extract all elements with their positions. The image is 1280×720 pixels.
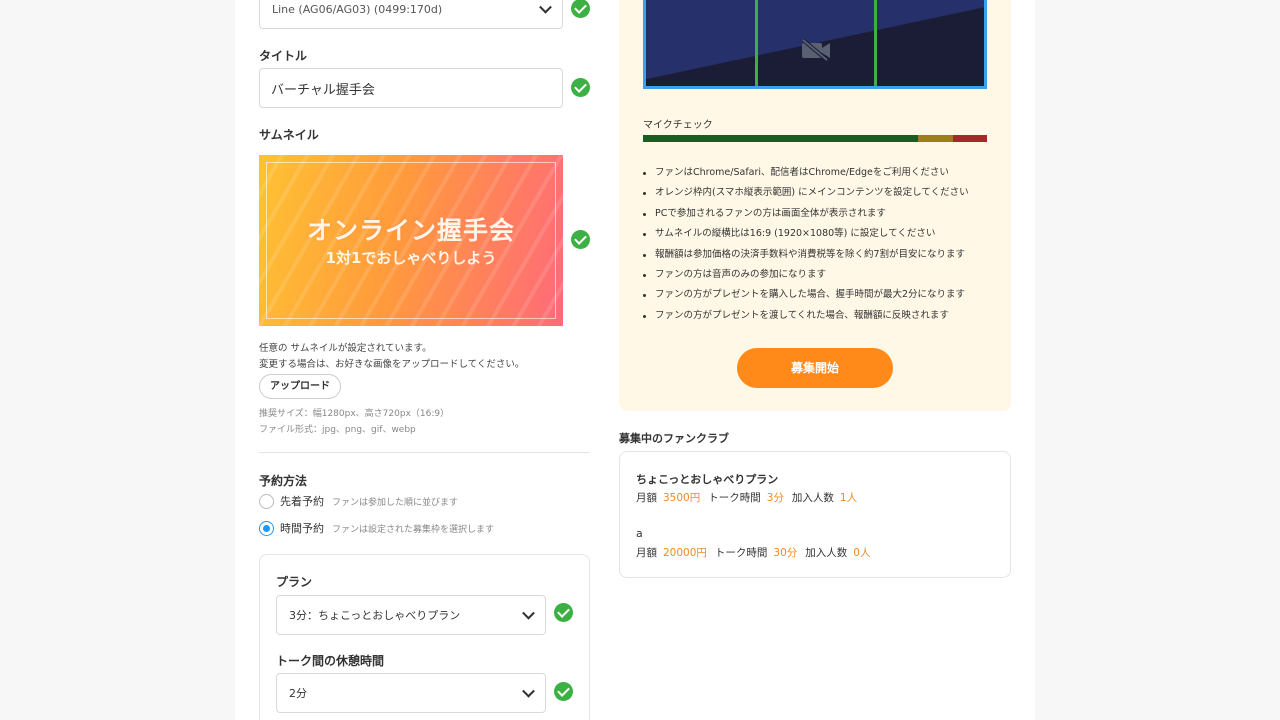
check-icon: [554, 603, 573, 622]
fanclub-stats: 月額 20000円 トーク時間 30分 加入人数 0人: [636, 545, 878, 560]
members-value: 1人: [839, 492, 858, 504]
reservation-option-label: 先着予約: [280, 495, 324, 508]
monthly-value: 3500円: [663, 492, 701, 504]
monthly-label: 月額: [636, 547, 657, 559]
thumbnail-label: サムネイル: [259, 128, 319, 142]
thumbnail-image: オンライン握手会 1対1でおしゃべりしよう: [259, 155, 563, 326]
camera-preview: [643, 0, 987, 89]
note-item: ファンの方がプレゼントを購入した場合、握手時間が最大2分になります: [643, 288, 1003, 308]
plan-select-value: 3分：ちょこっとおしゃべりプラン: [289, 609, 461, 622]
chevron-down-icon: [522, 684, 535, 698]
talk-time-label: トーク時間: [708, 492, 761, 504]
break-time-select[interactable]: 2分: [276, 673, 546, 713]
note-item: ファンはChrome/Safari、配信者はChrome/Edgeをご利用くださ…: [643, 166, 1003, 186]
plan-select[interactable]: 3分：ちょこっとおしゃべりプラン: [276, 595, 546, 635]
mic-level-red: [953, 135, 987, 142]
thumbnail-status-line2: 変更する場合は、お好きな画像をアップロードしてください。: [259, 359, 525, 370]
break-time-select-value: 2分: [289, 687, 307, 700]
audio-input-select[interactable]: Line (AG06/AG03) (0499:170d): [259, 0, 563, 29]
title-input[interactable]: [259, 68, 563, 108]
mic-level-green: [643, 135, 918, 142]
fanclub-stats: 月額 3500円 トーク時間 3分 加入人数 1人: [636, 490, 865, 505]
note-item: サムネイルの縦横比は16:9 (1920×1080等) に設定してください: [643, 227, 1003, 247]
start-recruitment-button[interactable]: 募集開始: [737, 348, 893, 388]
mic-check-label: マイクチェック: [643, 120, 713, 131]
note-item: ファンの方は音声のみの参加になります: [643, 268, 1003, 288]
note-item: 報酬額は参加価格の決済手数料や消費税等を除く約7割が目安になります: [643, 248, 1003, 268]
radio-button[interactable]: [259, 493, 274, 509]
upload-button[interactable]: アップロード: [259, 374, 341, 399]
note-item: オレンジ枠内(スマホ縦表示範囲) にメインコンテンツを設定してください: [643, 186, 1003, 206]
break-time-label: トーク間の休憩時間: [276, 654, 385, 668]
camera-off-icon: [801, 39, 830, 61]
reservation-option-first-come[interactable]: 先着予約 ファンは参加した順に並びます: [259, 493, 458, 509]
mic-level-yellow: [918, 135, 953, 142]
monthly-value: 20000円: [663, 547, 707, 559]
mic-level-meter: [643, 135, 987, 142]
section-divider: [259, 452, 590, 453]
reservation-option-label: 時間予約: [280, 522, 324, 535]
chevron-down-icon: [539, 0, 552, 14]
reservation-option-hint: ファンは参加した順に並びます: [332, 497, 459, 508]
thumbnail-format-hint: ファイル形式：jpg、png、gif、webp: [259, 425, 416, 435]
radio-button-checked[interactable]: [259, 520, 274, 536]
note-item: PCで参加されるファンの方は画面全体が表示されます: [643, 207, 1003, 227]
talk-time-label: トーク時間: [714, 547, 768, 559]
notes-list: ファンはChrome/Safari、配信者はChrome/Edgeをご利用くださ…: [643, 166, 1003, 329]
fanclub-name: ちょこっとおしゃべりプラン: [636, 473, 779, 486]
talk-time-value: 30分: [773, 547, 798, 559]
thumbnail-image-title: オンライン握手会: [306, 216, 515, 245]
reservation-label: 予約方法: [259, 474, 308, 488]
members-label: 加入人数: [791, 492, 834, 504]
members-value: 0人: [853, 547, 871, 559]
title-label: タイトル: [259, 49, 308, 63]
plan-label: プラン: [276, 575, 313, 589]
note-item: ファンの方がプレゼントを渡してくれた場合、報酬額に反映されます: [643, 309, 1003, 329]
thumbnail-image-subtitle: 1対1でおしゃべりしよう: [325, 249, 497, 267]
reservation-option-hint: ファンは設定された募集枠を選択します: [332, 524, 495, 535]
reservation-option-time-slot[interactable]: 時間予約 ファンは設定された募集枠を選択します: [259, 520, 494, 536]
chevron-down-icon: [522, 606, 535, 620]
fanclub-heading: 募集中のファンクラブ: [619, 432, 729, 445]
members-label: 加入人数: [805, 547, 848, 559]
audio-input-value: Line (AG06/AG03) (0499:170d): [272, 2, 443, 16]
thumbnail-status-line1: 任意の サムネイルが設定されています。: [259, 343, 432, 354]
check-icon: [554, 682, 573, 701]
thumbnail-size-hint: 推奨サイズ：幅1280px、高さ720px（16:9）: [259, 409, 450, 419]
talk-time-value: 3分: [766, 492, 784, 504]
fanclub-name: a: [636, 527, 643, 540]
check-icon: [571, 78, 590, 97]
check-icon: [571, 230, 590, 249]
monthly-label: 月額: [636, 492, 657, 504]
